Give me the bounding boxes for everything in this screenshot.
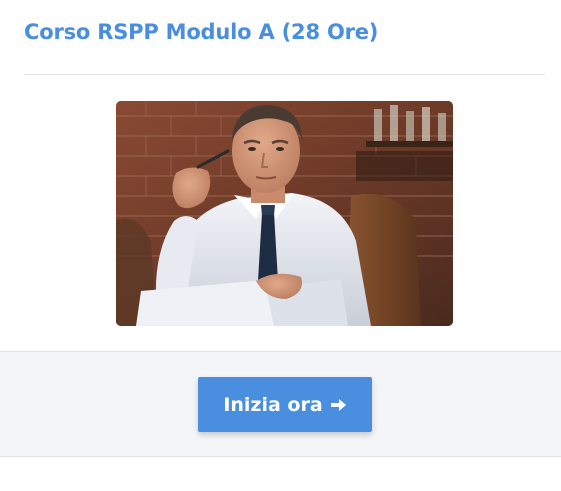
card-footer: Inizia ora (0, 351, 561, 457)
divider (24, 74, 545, 75)
start-now-label: Inizia ora (223, 393, 323, 416)
arrow-right-icon (329, 396, 347, 414)
course-image (116, 101, 453, 326)
course-title: Corso RSPP Modulo A (28 Ore) (24, 20, 379, 44)
start-now-button[interactable]: Inizia ora (198, 377, 372, 432)
course-card: Corso RSPP Modulo A (28 Ore) Inizia ora (0, 0, 561, 491)
